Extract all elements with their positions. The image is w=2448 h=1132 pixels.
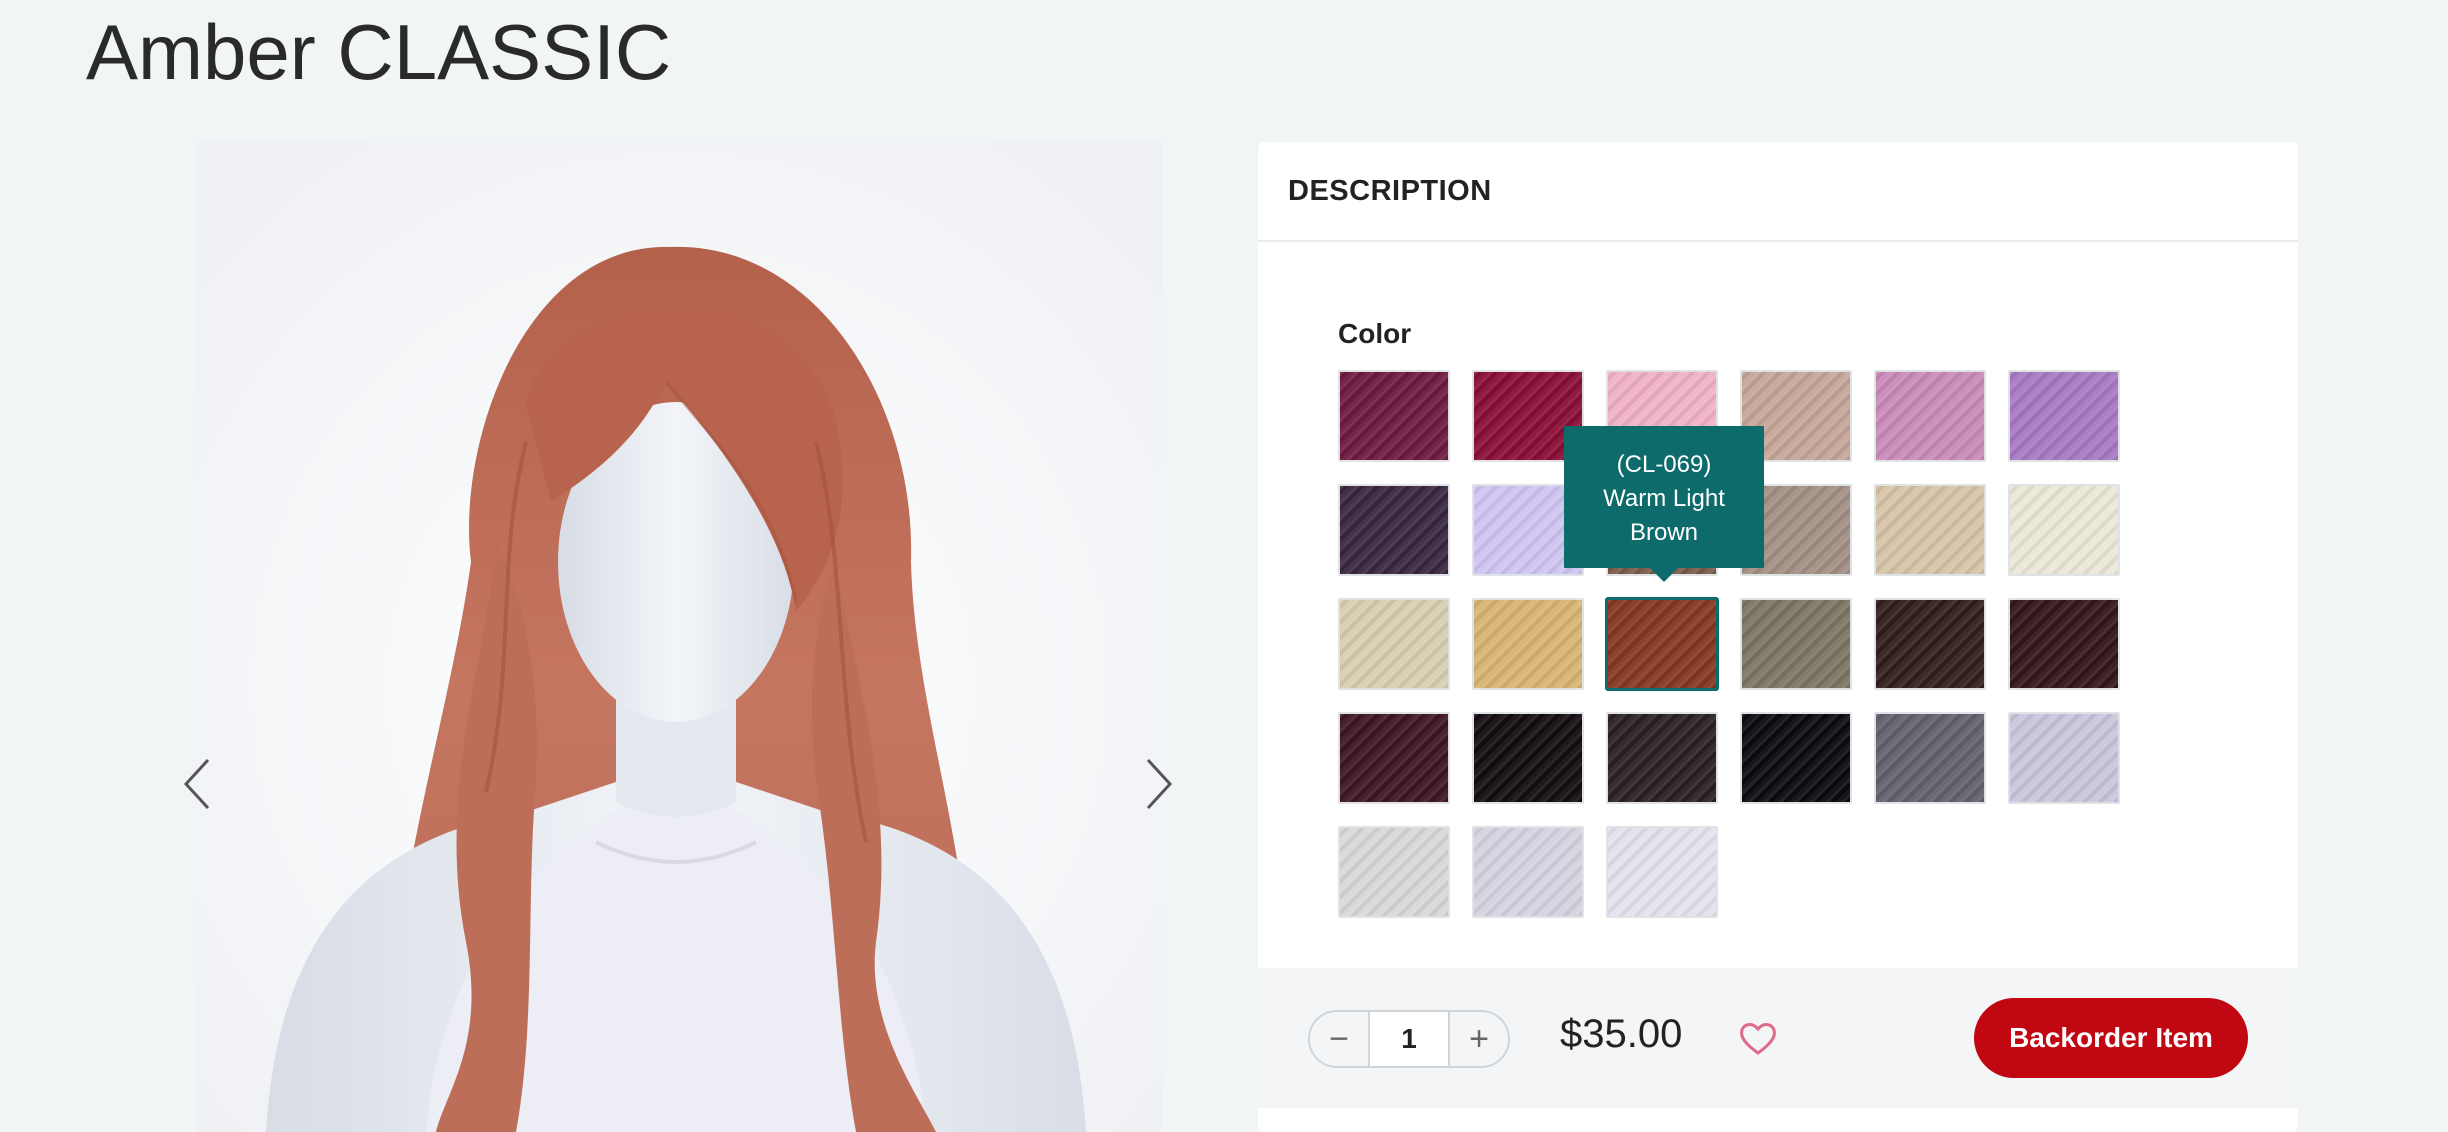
purchase-bar: − + $35.00 Backorder Item bbox=[1258, 968, 2298, 1108]
product-image bbox=[196, 142, 1162, 1132]
description-heading: DESCRIPTION bbox=[1288, 174, 1492, 207]
tooltip-code: (CL-069) bbox=[1616, 451, 1712, 478]
color-swatch[interactable] bbox=[1338, 370, 1450, 462]
quantity-increase-button[interactable]: + bbox=[1450, 1012, 1508, 1066]
color-swatch[interactable] bbox=[2008, 370, 2120, 462]
color-swatch[interactable] bbox=[1472, 826, 1584, 918]
color-swatch[interactable] bbox=[1472, 712, 1584, 804]
heart-icon bbox=[1740, 1023, 1776, 1055]
mannequin-illustration bbox=[196, 142, 1162, 1132]
page-title: Amber CLASSIC bbox=[86, 8, 672, 96]
color-swatch[interactable] bbox=[1338, 712, 1450, 804]
chevron-right-icon bbox=[1146, 758, 1173, 810]
color-swatch[interactable] bbox=[2008, 598, 2120, 690]
gallery-next-button[interactable] bbox=[1138, 756, 1178, 812]
color-swatch[interactable] bbox=[1472, 598, 1584, 690]
quantity-stepper: − + bbox=[1308, 1010, 1510, 1068]
quantity-input[interactable] bbox=[1368, 1012, 1450, 1066]
color-swatch[interactable] bbox=[1874, 484, 1986, 576]
description-header: DESCRIPTION bbox=[1258, 142, 2298, 242]
backorder-button[interactable]: Backorder Item bbox=[1974, 998, 2248, 1078]
color-label: Color bbox=[1338, 318, 1412, 349]
color-swatch[interactable] bbox=[1874, 598, 1986, 690]
color-swatch[interactable] bbox=[2008, 712, 2120, 804]
tooltip-name-line1: Warm Light bbox=[1603, 485, 1725, 512]
color-swatch[interactable] bbox=[1874, 370, 1986, 462]
chevron-left-icon bbox=[183, 758, 210, 810]
color-swatch[interactable] bbox=[1606, 712, 1718, 804]
description-panel: DESCRIPTION Color − + $35.00 Backorder I… bbox=[1258, 142, 2298, 1132]
gallery-prev-button[interactable] bbox=[178, 756, 218, 812]
color-swatch[interactable] bbox=[1606, 826, 1718, 918]
color-swatch[interactable] bbox=[1740, 712, 1852, 804]
wishlist-button[interactable] bbox=[1738, 1020, 1778, 1056]
quantity-decrease-button[interactable]: − bbox=[1310, 1012, 1368, 1066]
color-swatch[interactable] bbox=[1874, 712, 1986, 804]
color-swatch[interactable] bbox=[1740, 598, 1852, 690]
tooltip-name-line2: Brown bbox=[1629, 519, 1699, 546]
color-swatch[interactable] bbox=[2008, 484, 2120, 576]
color-tooltip: (CL-069) Warm Light Brown bbox=[1564, 426, 1764, 582]
color-swatch[interactable] bbox=[1338, 598, 1450, 690]
color-swatch[interactable] bbox=[1606, 598, 1718, 690]
color-swatch[interactable] bbox=[1338, 826, 1450, 918]
price: $35.00 bbox=[1560, 1012, 1683, 1056]
color-swatch[interactable] bbox=[1338, 484, 1450, 576]
